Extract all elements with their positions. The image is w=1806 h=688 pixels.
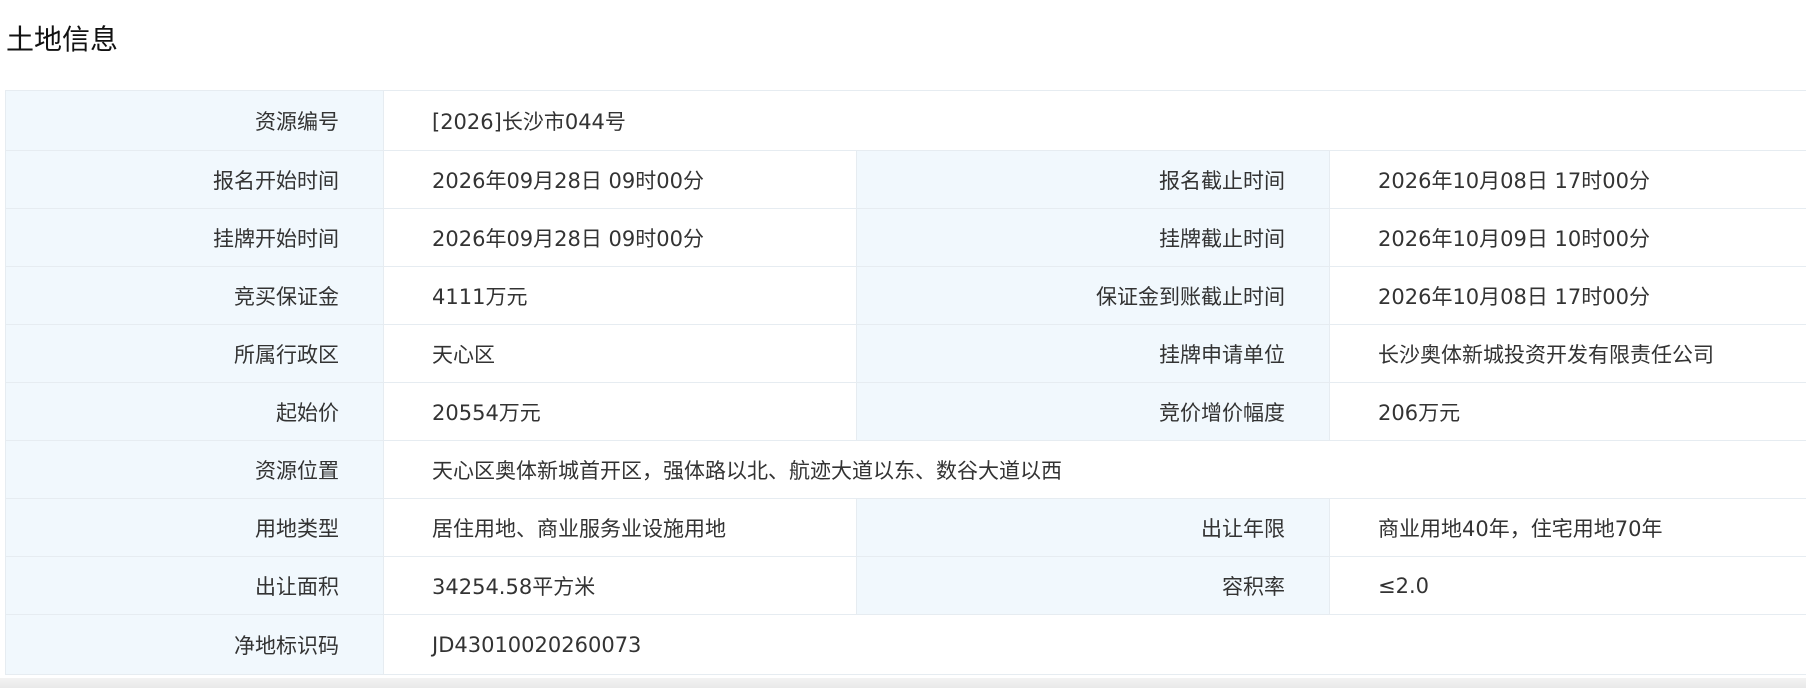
label-bid-increment: 竞价增价幅度 (856, 382, 1330, 441)
value-registration-end: 2026年10月08日 17时00分 (1328, 150, 1806, 209)
value-bid-deposit: 4111万元 (383, 266, 857, 325)
table-row-location: 资源位置 天心区奥体新城首开区，强体路以北、航迹大道以东、数谷大道以西 (5, 440, 1806, 499)
section-title: 土地信息 (6, 23, 119, 56)
value-deposit-deadline: 2026年10月08日 17时00分 (1328, 266, 1806, 325)
table-row-resource-number: 资源编号 [2026]长沙市044号 (5, 90, 1806, 151)
table-row-district: 所属行政区 天心区 挂牌申请单位 长沙奥体新城投资开发有限责任公司 (5, 324, 1806, 383)
bottom-edge (0, 678, 1806, 688)
label-applicant: 挂牌申请单位 (856, 324, 1330, 383)
label-starting-price: 起始价 (5, 382, 384, 441)
value-registration-start: 2026年09月28日 09时00分 (383, 150, 857, 209)
table-row-deposit: 竞买保证金 4111万元 保证金到账截止时间 2026年10月08日 17时00… (5, 266, 1806, 325)
land-info-table: 资源编号 [2026]长沙市044号 报名开始时间 2026年09月28日 09… (5, 90, 1806, 675)
label-listing-end: 挂牌截止时间 (856, 208, 1330, 267)
value-starting-price: 20554万元 (383, 382, 857, 441)
land-info-page: 土地信息 资源编号 [2026]长沙市044号 报名开始时间 2026年09月2… (0, 0, 1806, 688)
table-row-net-land-code: 净地标识码 JD43010020260073 (5, 614, 1806, 675)
table-row-registration-time: 报名开始时间 2026年09月28日 09时00分 报名截止时间 2026年10… (5, 150, 1806, 209)
value-listing-end: 2026年10月09日 10时00分 (1328, 208, 1806, 267)
value-plot-ratio: ≤2.0 (1328, 556, 1806, 615)
table-row-price: 起始价 20554万元 竞价增价幅度 206万元 (5, 382, 1806, 441)
label-transfer-area: 出让面积 (5, 556, 384, 615)
label-registration-start: 报名开始时间 (5, 150, 384, 209)
value-transfer-area: 34254.58平方米 (383, 556, 857, 615)
value-net-land-code: JD43010020260073 (382, 614, 1806, 675)
label-land-use-type: 用地类型 (5, 498, 384, 557)
value-listing-start: 2026年09月28日 09时00分 (383, 208, 857, 267)
value-land-use-type: 居住用地、商业服务业设施用地 (383, 498, 857, 557)
table-row-area: 出让面积 34254.58平方米 容积率 ≤2.0 (5, 556, 1806, 615)
table-row-land-use: 用地类型 居住用地、商业服务业设施用地 出让年限 商业用地40年，住宅用地70年 (5, 498, 1806, 557)
label-deposit-deadline: 保证金到账截止时间 (856, 266, 1330, 325)
label-bid-deposit: 竞买保证金 (5, 266, 384, 325)
value-resource-location: 天心区奥体新城首开区，强体路以北、航迹大道以东、数谷大道以西 (382, 440, 1806, 499)
value-applicant: 长沙奥体新城投资开发有限责任公司 (1328, 324, 1806, 383)
value-bid-increment: 206万元 (1328, 382, 1806, 441)
label-resource-number: 资源编号 (5, 90, 384, 151)
label-transfer-term: 出让年限 (856, 498, 1330, 557)
label-plot-ratio: 容积率 (856, 556, 1330, 615)
label-net-land-code: 净地标识码 (5, 614, 384, 675)
label-district: 所属行政区 (5, 324, 384, 383)
value-transfer-term: 商业用地40年，住宅用地70年 (1328, 498, 1806, 557)
value-resource-number: [2026]长沙市044号 (382, 90, 1806, 151)
label-resource-location: 资源位置 (5, 440, 384, 499)
label-listing-start: 挂牌开始时间 (5, 208, 384, 267)
table-row-listing-time: 挂牌开始时间 2026年09月28日 09时00分 挂牌截止时间 2026年10… (5, 208, 1806, 267)
value-district: 天心区 (383, 324, 857, 383)
label-registration-end: 报名截止时间 (856, 150, 1330, 209)
